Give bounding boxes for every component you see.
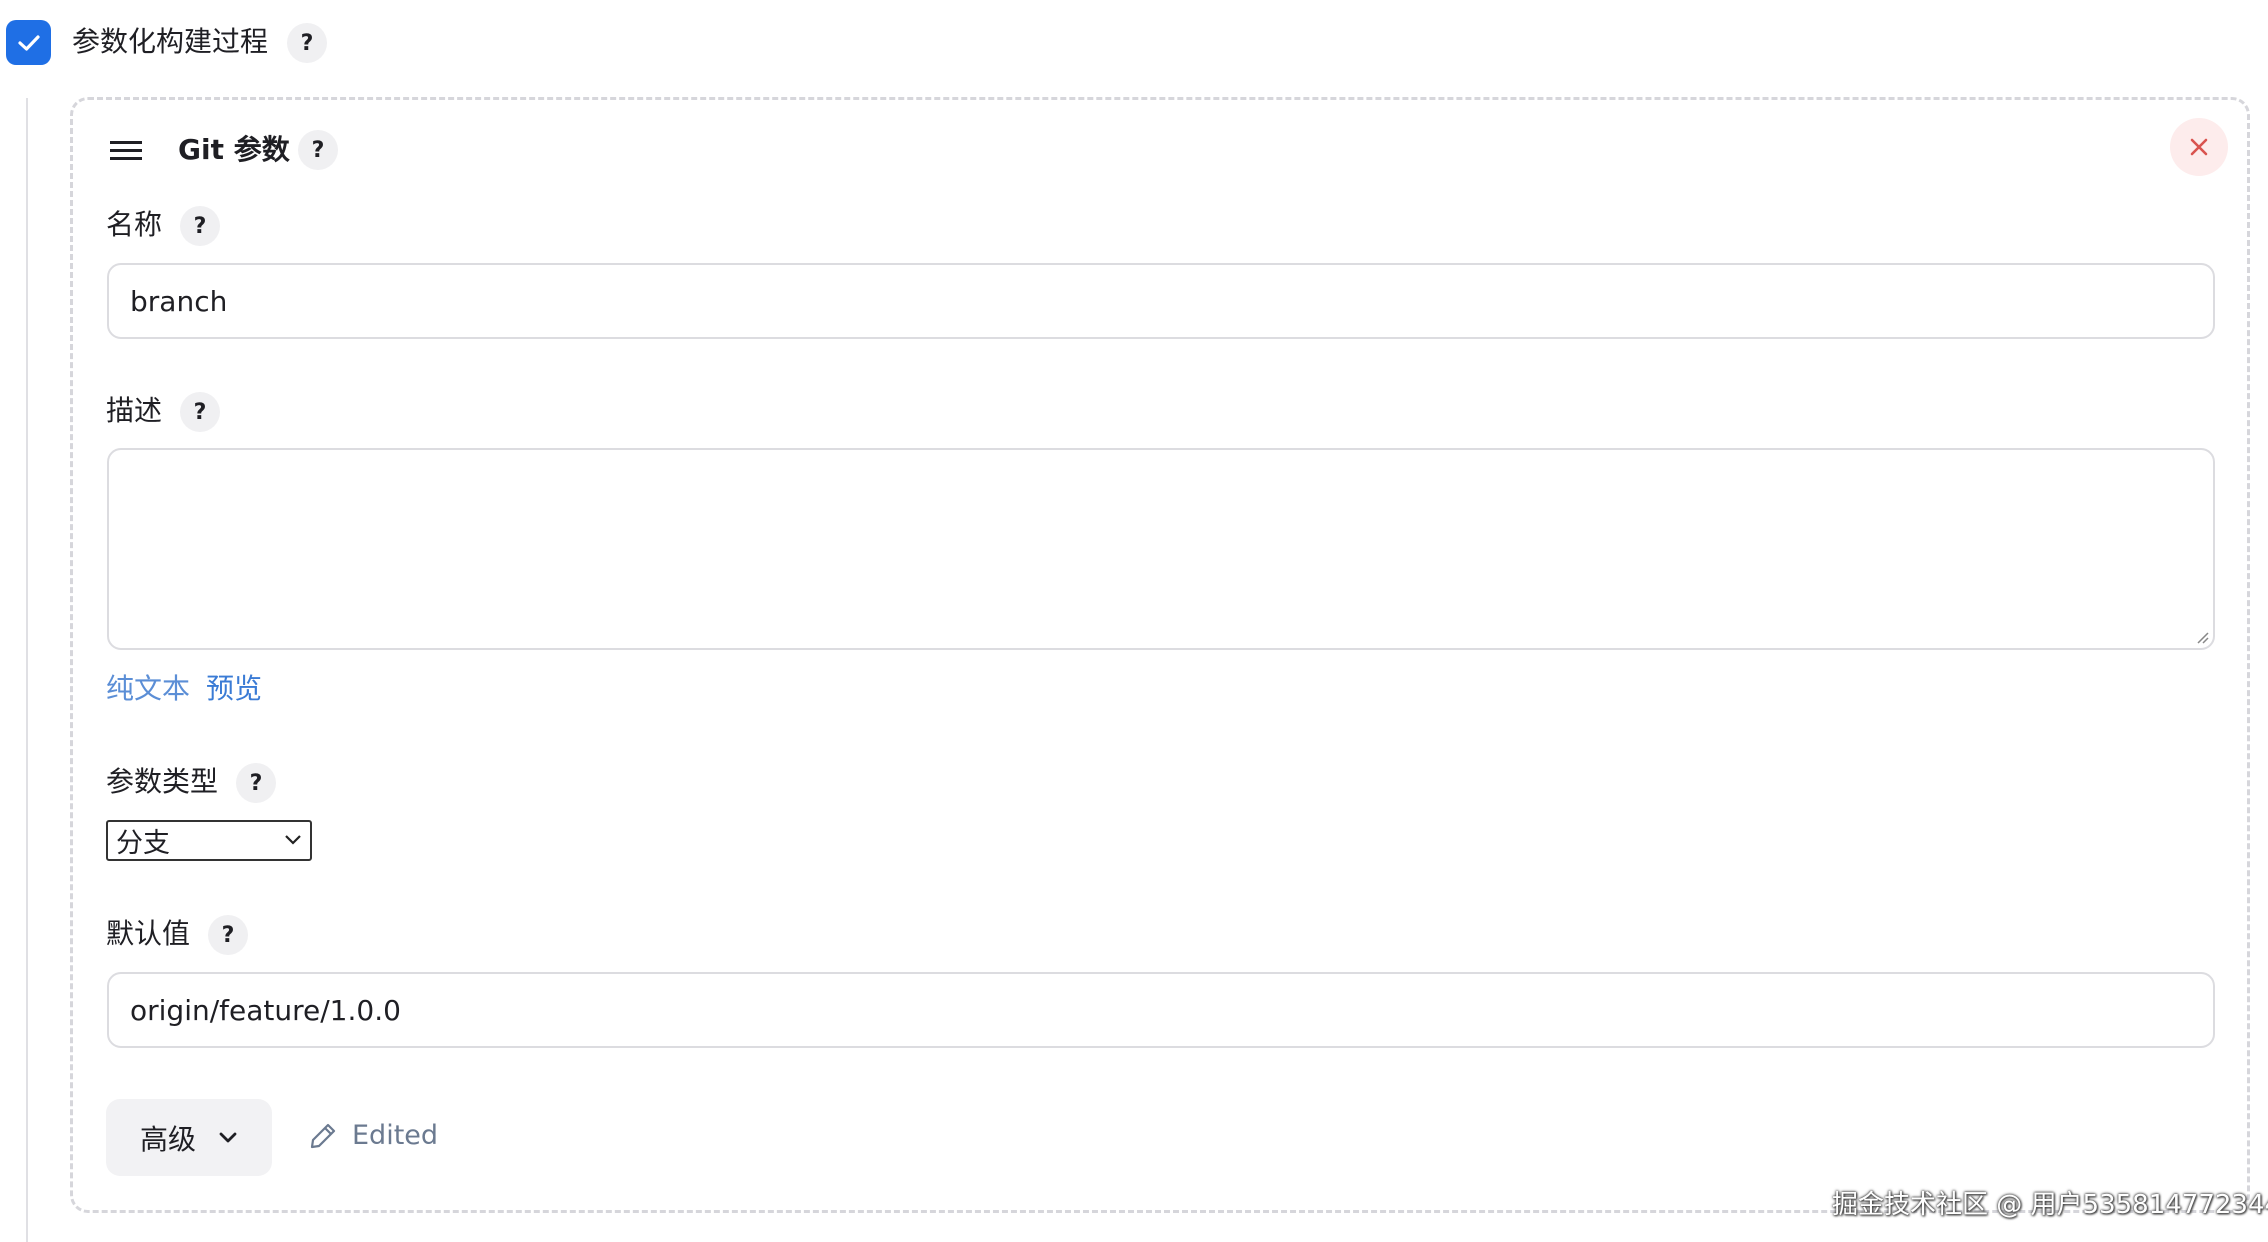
preview-link[interactable]: 预览 — [206, 675, 262, 703]
name-label: 名称 — [106, 208, 163, 241]
default-value-label: 默认值 — [106, 917, 191, 950]
name-input[interactable]: branch — [107, 263, 2215, 339]
parameter-type-label: 参数类型 — [106, 765, 219, 798]
description-label: 描述 — [106, 394, 163, 427]
drag-handle-icon[interactable] — [110, 141, 142, 161]
chevron-down-icon — [285, 835, 301, 845]
pencil-icon — [310, 1123, 336, 1148]
resize-handle-icon[interactable] — [2193, 628, 2209, 644]
edited-indicator: Edited — [308, 1120, 438, 1151]
chevron-down-icon — [219, 1132, 237, 1142]
delete-parameter-button[interactable] — [2170, 118, 2228, 176]
watermark: 掘金技术社区 @ 用户535814772344 — [1832, 1190, 2268, 1220]
help-icon[interactable]: ? — [298, 130, 338, 170]
advanced-button[interactable]: 高级 — [106, 1099, 272, 1176]
parameterized-build-label: 参数化构建过程 — [72, 25, 269, 58]
help-icon[interactable]: ? — [180, 392, 220, 432]
card-title: Git 参数 — [178, 133, 290, 166]
help-icon[interactable]: ? — [287, 23, 327, 63]
parameter-type-value: 分支 — [116, 828, 170, 859]
plain-text-link[interactable]: 纯文本 — [106, 675, 190, 703]
help-icon[interactable]: ? — [236, 763, 276, 803]
parameterized-build-checkbox[interactable] — [6, 20, 51, 65]
section-indent-rule — [26, 98, 28, 1242]
edited-label: Edited — [352, 1120, 439, 1151]
close-icon — [2190, 138, 2208, 156]
default-value-input[interactable]: origin/feature/1.0.0 — [107, 972, 2215, 1048]
checkmark-icon — [17, 34, 40, 51]
help-icon[interactable]: ? — [180, 206, 220, 246]
parameter-type-select[interactable]: 分支 — [106, 820, 312, 861]
description-textarea[interactable] — [107, 448, 2215, 650]
advanced-button-label: 高级 — [139, 1122, 196, 1156]
help-icon[interactable]: ? — [208, 915, 248, 955]
